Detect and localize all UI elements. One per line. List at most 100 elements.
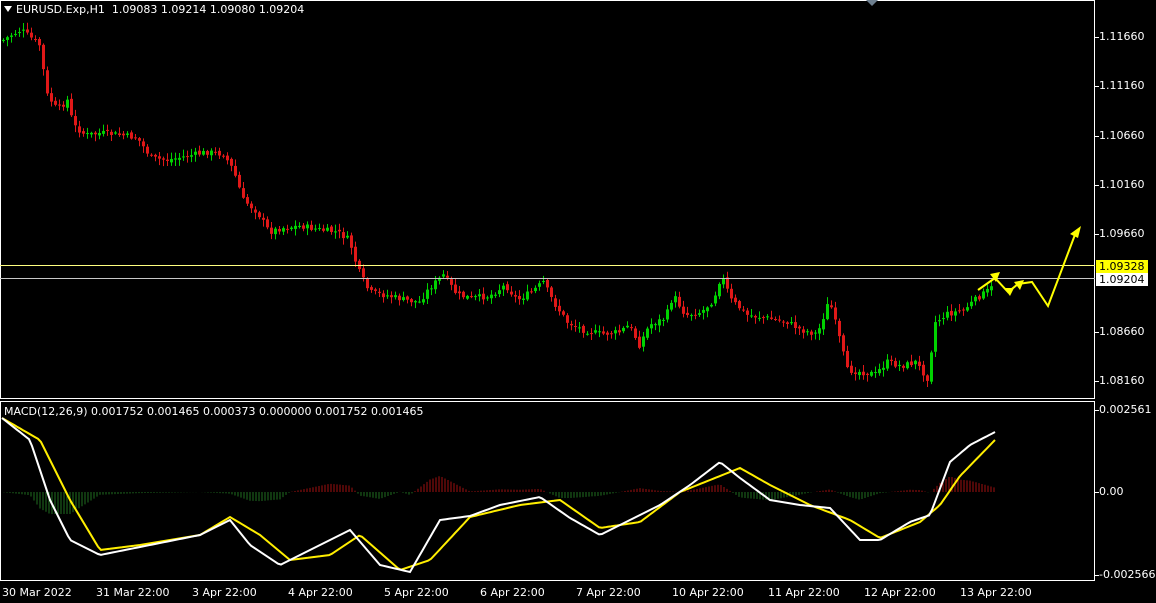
candle-body bbox=[670, 302, 673, 310]
candle-body bbox=[354, 246, 357, 262]
candle-body bbox=[634, 328, 637, 338]
candle-body bbox=[270, 227, 273, 234]
candle-body bbox=[666, 309, 669, 320]
candle-body bbox=[362, 268, 365, 278]
arrow-head-icon bbox=[1070, 226, 1081, 238]
candle-body bbox=[714, 295, 717, 304]
candle-body bbox=[806, 331, 809, 333]
candle-body bbox=[66, 99, 69, 108]
candle-body bbox=[914, 360, 917, 365]
ohlc-values: 1.09083 1.09214 1.09080 1.09204 bbox=[111, 3, 305, 16]
candle-body bbox=[182, 156, 185, 158]
candle-body bbox=[874, 372, 877, 374]
candle-body bbox=[406, 296, 409, 300]
candle-body bbox=[442, 274, 445, 277]
candle-body bbox=[206, 151, 209, 155]
candle-body bbox=[230, 158, 233, 166]
candle-body bbox=[534, 287, 537, 292]
candle-body bbox=[830, 305, 833, 308]
candle-body bbox=[130, 132, 133, 139]
candle-body bbox=[622, 327, 625, 332]
candle-body bbox=[2, 39, 5, 41]
candle-body bbox=[582, 325, 585, 333]
candle-body bbox=[910, 361, 913, 366]
candle-body bbox=[398, 295, 401, 301]
candle-body bbox=[122, 133, 125, 136]
candle-body bbox=[470, 296, 473, 298]
macd-signal-line bbox=[1, 417, 996, 571]
time-axis-label: 6 Apr 22:00 bbox=[480, 586, 545, 599]
candle-body bbox=[866, 373, 869, 375]
candle-body bbox=[926, 375, 929, 381]
candle-body bbox=[78, 126, 81, 133]
candle-body bbox=[258, 212, 261, 218]
candle-body bbox=[250, 203, 253, 209]
candle-body bbox=[410, 299, 413, 303]
candle-body bbox=[366, 278, 369, 289]
time-axis-label: 30 Mar 2022 bbox=[2, 586, 72, 599]
candle-body bbox=[986, 288, 989, 293]
candle-body bbox=[490, 294, 493, 299]
macd-tick-label: -0.002566 bbox=[1099, 568, 1156, 581]
price-tick-label: 1.08160 bbox=[1099, 374, 1145, 387]
candle-body bbox=[662, 319, 665, 321]
candle-body bbox=[382, 293, 385, 298]
candle-body bbox=[758, 317, 761, 319]
candle-body bbox=[646, 328, 649, 338]
candle-body bbox=[974, 296, 977, 302]
macd-tick-label: 0.00 bbox=[1099, 485, 1124, 498]
candle-body bbox=[598, 331, 601, 333]
candle-body bbox=[674, 296, 677, 303]
candle-body bbox=[626, 325, 629, 328]
candle-body bbox=[486, 297, 489, 299]
candle-body bbox=[126, 133, 129, 135]
time-axis-label: 12 Apr 22:00 bbox=[864, 586, 936, 599]
candle-body bbox=[346, 235, 349, 238]
candle-body bbox=[306, 224, 309, 229]
candle-body bbox=[30, 32, 33, 38]
candle-body bbox=[682, 306, 685, 314]
candle-body bbox=[242, 188, 245, 198]
chart-title: EURUSD.Exp,H1 1.09083 1.09214 1.09080 1.… bbox=[4, 3, 304, 16]
candle-body bbox=[286, 228, 289, 230]
candle-body bbox=[166, 159, 169, 161]
candle-body bbox=[478, 294, 481, 297]
candle-body bbox=[950, 310, 953, 316]
candle-body bbox=[642, 336, 645, 347]
candle-body bbox=[934, 322, 937, 352]
candle-body bbox=[586, 333, 589, 335]
candle-body bbox=[390, 295, 393, 298]
candle-body bbox=[90, 132, 93, 135]
candle-body bbox=[34, 38, 37, 40]
candle-body bbox=[554, 298, 557, 307]
candle-body bbox=[162, 158, 165, 160]
candle-body bbox=[38, 39, 41, 46]
candle-body bbox=[782, 321, 785, 323]
candle-body bbox=[594, 330, 597, 333]
candle-body bbox=[802, 329, 805, 333]
dropdown-triangle-icon[interactable] bbox=[4, 6, 12, 12]
candle-body bbox=[50, 93, 53, 102]
candle-body bbox=[602, 331, 605, 334]
candle-body bbox=[818, 328, 821, 334]
candle-body bbox=[18, 32, 21, 34]
candle-body bbox=[282, 228, 285, 232]
candle-body bbox=[466, 295, 469, 299]
candle-body bbox=[194, 151, 197, 155]
candle-body bbox=[846, 350, 849, 368]
candle-body bbox=[106, 129, 109, 131]
candle-body bbox=[750, 315, 753, 317]
candle-body bbox=[58, 104, 61, 106]
candle-body bbox=[462, 291, 465, 298]
candle-body bbox=[62, 104, 65, 107]
candle-body bbox=[798, 326, 801, 329]
candle-body bbox=[102, 130, 105, 134]
macd-title: MACD(12,26,9) 0.001752 0.001465 0.000373… bbox=[4, 405, 424, 418]
candle-body bbox=[402, 297, 405, 301]
candle-body bbox=[262, 217, 265, 220]
candle-body bbox=[54, 100, 57, 105]
candle-body bbox=[98, 132, 101, 136]
candle-body bbox=[966, 307, 969, 311]
candle-body bbox=[574, 326, 577, 328]
candle-body bbox=[146, 146, 149, 154]
